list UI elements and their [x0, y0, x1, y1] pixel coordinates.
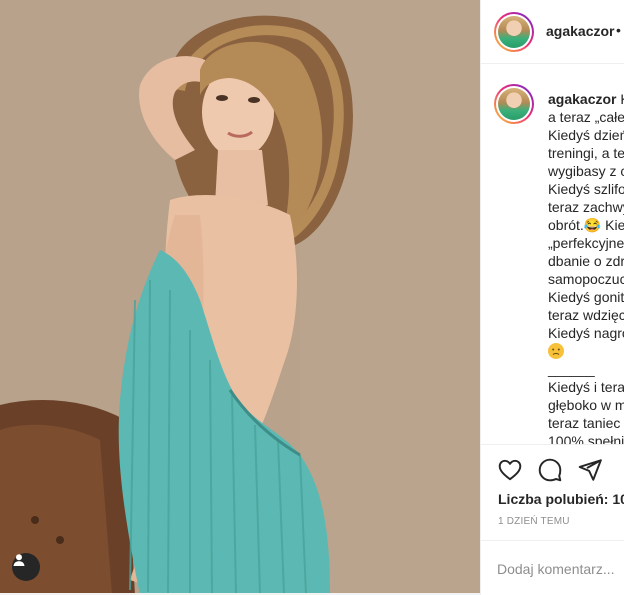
- post-actions: Liczba polubień: 10 8 1 DZIEŃ TEMU: [481, 444, 624, 594]
- header-avatar[interactable]: [494, 12, 534, 52]
- caption-line: Kiedyś nagro: [548, 325, 624, 341]
- caption-line: Kiedyś szlifow: [548, 181, 624, 197]
- caption-line: dbanie o zdr: [548, 253, 624, 269]
- caption-username[interactable]: agakaczor: [548, 91, 616, 107]
- header-separator: •: [616, 22, 621, 38]
- post-date[interactable]: 1 DZIEŃ TEMU: [498, 516, 570, 527]
- heart-icon[interactable]: [497, 457, 523, 483]
- likes-count[interactable]: Liczba polubień: 10 8: [498, 491, 624, 507]
- caption-line: samopoczuc: [548, 271, 624, 287]
- caption-line: treningi, a te: [548, 145, 624, 161]
- caption-line: 100% spełni: [548, 433, 624, 444]
- sad-face-emoji: [548, 343, 564, 359]
- post-photo[interactable]: [0, 0, 480, 595]
- caption-line: Kiedyś dzień: [548, 127, 624, 143]
- caption-avatar[interactable]: [494, 84, 534, 124]
- post-side-panel: agakaczor • agakaczor K a teraz „całe Ki…: [480, 0, 624, 595]
- caption-line: Kiedyś gonit: [548, 289, 624, 305]
- caption-line: ______: [548, 361, 595, 377]
- caption-area: agakaczor K a teraz „całe Kiedyś dzień t…: [481, 64, 624, 444]
- avatar-image: [498, 16, 530, 48]
- caption-line: teraz zachwy: [548, 199, 624, 215]
- caption-line: teraz taniec t: [548, 415, 624, 431]
- comment-input[interactable]: [497, 557, 624, 581]
- user-tag-button[interactable]: [12, 553, 40, 581]
- avatar-image: [498, 88, 530, 120]
- caption-line: a teraz „całe: [548, 109, 624, 125]
- photo-artwork: [0, 0, 480, 595]
- header-username[interactable]: agakaczor: [546, 23, 614, 39]
- caption-line: „perfekcyjne: [548, 235, 624, 251]
- caption-line: głęboko w m: [548, 397, 624, 413]
- caption-line: teraz wdzięc: [548, 307, 624, 323]
- paper-plane-icon[interactable]: [577, 457, 603, 483]
- caption-line: Kiedyś i teraz: [548, 379, 624, 395]
- caption-line: K: [620, 91, 624, 107]
- caption-line: wygibasy z c: [548, 163, 624, 179]
- caption-emoji-line: [548, 342, 624, 360]
- add-comment-section: [481, 540, 624, 595]
- caption-text: agakaczor K a teraz „całe Kiedyś dzień t…: [548, 90, 624, 444]
- comment-icon[interactable]: [537, 457, 563, 483]
- user-icon: [13, 554, 25, 566]
- caption-line: obrót.😂 Kie: [548, 217, 624, 233]
- post-header: agakaczor •: [481, 0, 624, 64]
